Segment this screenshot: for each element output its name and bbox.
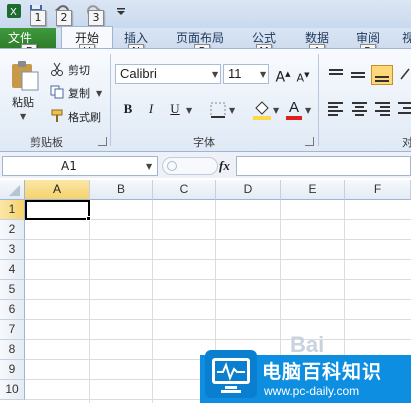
alignment-group-label: 对 [402,136,411,149]
insert-function-button[interactable]: fx [219,158,230,174]
bold-button[interactable]: B [119,100,137,118]
font-group-label: 字体 [193,136,215,149]
underline-dropdown-icon[interactable]: ▼ [186,106,192,115]
paste-icon[interactable] [8,58,42,92]
row-header-4[interactable]: 4 [0,260,25,280]
fill-color-dropdown-icon[interactable]: ▼ [273,106,279,115]
align-top-icon[interactable] [328,67,344,81]
keytip-qat-2: 2 [56,10,72,26]
align-bottom-icon[interactable] [371,65,393,85]
excel-app-icon[interactable]: X [6,3,22,19]
gridline [25,339,411,340]
gridline [25,239,411,240]
watermark-title: 电脑百科知识 [262,361,383,383]
format-painter-button[interactable]: 格式刷 [68,109,101,125]
align-middle-icon[interactable] [350,67,366,81]
font-color-dropdown-icon[interactable]: ▼ [305,106,311,115]
group-divider [318,54,319,146]
svg-text:X: X [10,7,17,18]
align-left-icon[interactable] [328,102,344,116]
name-box-dropdown-icon[interactable]: ▼ [146,162,152,171]
italic-button[interactable]: I [142,100,160,118]
select-all-corner[interactable] [0,180,25,200]
row-header-6[interactable]: 6 [0,300,25,320]
column-header-d[interactable]: D [216,180,281,200]
format-painter-icon[interactable] [50,109,64,123]
underline-button[interactable]: U [166,100,184,118]
align-right-icon[interactable] [375,102,391,116]
monitor-logo-icon [205,350,257,398]
column-header-e[interactable]: E [281,180,345,200]
row-header-2[interactable]: 2 [0,220,25,240]
gridline [89,200,90,403]
font-size-dropdown-icon[interactable]: ▼ [260,70,266,79]
font-launcher-icon[interactable] [305,137,314,146]
fill-color-icon[interactable] [252,99,272,121]
group-divider [110,54,111,146]
paste-button[interactable]: 粘贴 [12,94,34,110]
font-color-swatch [286,116,302,120]
borders-icon[interactable] [209,101,227,119]
clipboard-group-label: 剪贴板 [30,136,63,149]
formula-input[interactable] [236,156,411,176]
tab-view[interactable]: 视 [402,28,411,48]
customize-qat-icon[interactable] [116,6,132,22]
copy-icon[interactable] [50,85,64,99]
copy-dropdown-icon[interactable]: ▼ [96,89,102,98]
borders-dropdown-icon[interactable]: ▼ [229,106,235,115]
row-header-9[interactable]: 9 [0,360,25,380]
gridline [25,319,411,320]
selected-cell-a1[interactable] [25,200,90,220]
copy-button[interactable]: 复制 [68,85,90,101]
fill-handle[interactable] [86,216,91,221]
keytip-qat-3: 3 [88,10,104,26]
column-header-b[interactable]: B [90,180,153,200]
clipboard-launcher-icon[interactable] [98,137,107,146]
align-center-icon[interactable] [352,102,368,116]
decrease-indent-icon[interactable] [398,102,411,116]
gridline [152,200,153,403]
shrink-font-button[interactable]: A▼ [294,66,312,85]
gridline [25,259,411,260]
paste-dropdown-icon[interactable]: ▼ [20,112,26,121]
formula-bar-splitter[interactable] [162,157,218,175]
row-header-8[interactable]: 8 [0,340,25,360]
gridline [25,299,411,300]
font-name-dropdown-icon[interactable]: ▼ [212,70,218,79]
row-header-7[interactable]: 7 [0,320,25,340]
grow-font-button[interactable]: A▲ [274,65,292,86]
keytip-qat-1: 1 [30,10,46,26]
cut-button[interactable]: 剪切 [68,62,90,78]
row-header-1[interactable]: 1 [0,200,25,220]
scissors-icon[interactable] [50,62,64,76]
font-color-button[interactable]: A [285,99,303,121]
gridline [25,279,411,280]
column-header-c[interactable]: C [153,180,216,200]
orientation-icon[interactable] [399,67,411,81]
tab-file-label: 文件 [8,31,33,45]
row-header-10[interactable]: 10 [0,380,25,400]
column-header-a[interactable]: A [25,180,90,200]
row-header-3[interactable]: 3 [0,240,25,260]
name-box[interactable]: A1 [2,156,158,176]
row-header-5[interactable]: 5 [0,280,25,300]
title-bar: X 1 2 3 [0,0,411,28]
watermark-url: www.pc-daily.com [264,384,360,398]
tab-home-label: 开始 [74,31,99,45]
column-header-f[interactable]: F [345,180,411,200]
font-name-select[interactable]: Calibri [115,64,221,84]
